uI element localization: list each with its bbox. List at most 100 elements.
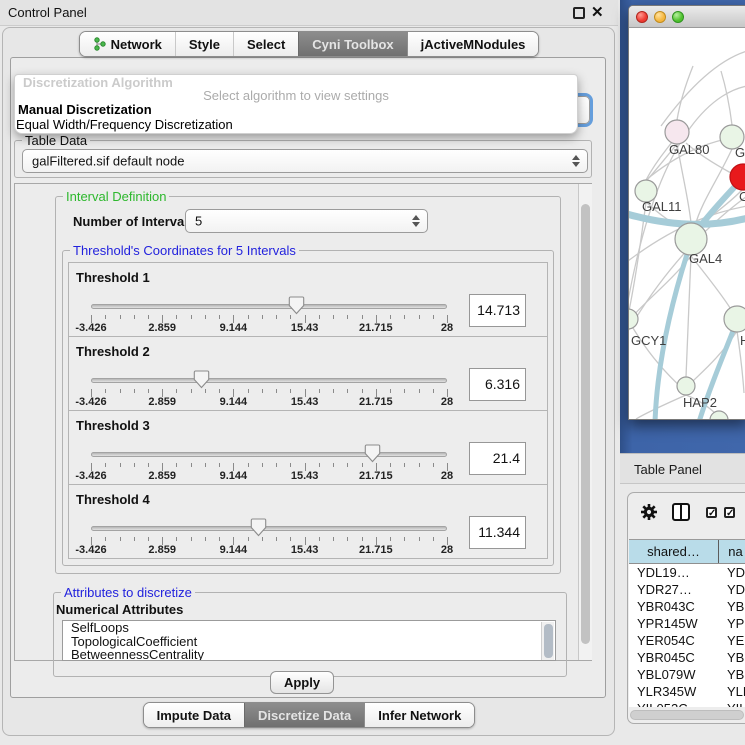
slider-tick xyxy=(176,315,177,319)
slider-tick xyxy=(276,315,277,319)
table-cell[interactable]: YBR0 xyxy=(719,598,745,615)
network-edge[interactable] xyxy=(686,256,691,377)
table-row[interactable]: YIL052CYIL0 xyxy=(629,700,745,707)
table-cell[interactable]: YDR27… xyxy=(629,581,719,598)
threshold-panel: Threshold 1-3.4262.8599.14415.4321.71528… xyxy=(68,262,548,337)
table-cell[interactable]: YDL1 xyxy=(719,564,745,581)
table-cell[interactable]: YDR2 xyxy=(719,581,745,598)
checkbox-icon[interactable]: ✓ xyxy=(706,507,717,518)
slider-tick xyxy=(347,389,348,393)
slider-scale-label: 21.715 xyxy=(359,470,393,482)
network-edge[interactable] xyxy=(721,71,732,125)
network-node[interactable] xyxy=(677,377,695,395)
checkbox-icon[interactable]: ✓ xyxy=(724,507,735,518)
close-traffic-light-icon[interactable] xyxy=(636,11,648,23)
node-table[interactable]: shared… na YDL19…YDL1YDR27…YDR2YBR043CYB… xyxy=(629,539,745,707)
tab-discretize-data[interactable]: Discretize Data xyxy=(244,703,364,727)
table-row[interactable]: YPR145WYPR1 xyxy=(629,615,745,632)
horizontal-scrollbar-thumb[interactable] xyxy=(630,710,744,720)
apply-button[interactable]: Apply xyxy=(270,671,334,694)
threshold-value-field[interactable]: 21.4 xyxy=(469,442,526,475)
gear-icon[interactable] xyxy=(639,502,659,522)
column-header-name[interactable]: na xyxy=(719,540,745,563)
table-cell[interactable]: YLR345W xyxy=(629,683,719,700)
table-row[interactable]: YBR043CYBR0 xyxy=(629,598,745,615)
slider-track[interactable] xyxy=(91,452,447,457)
minimize-traffic-light-icon[interactable] xyxy=(654,11,666,23)
table-cell[interactable]: YLR3 xyxy=(719,683,745,700)
attribute-list-item[interactable]: BetweennessCentrality xyxy=(63,648,555,661)
table-cell[interactable]: YDL19… xyxy=(629,564,719,581)
tab-jactivemnodules[interactable]: jActiveMNodules xyxy=(407,32,539,56)
slider-track[interactable] xyxy=(91,526,447,531)
horizontal-scrollbar[interactable] xyxy=(630,709,745,721)
number-of-intervals-combobox[interactable]: 5 xyxy=(185,209,428,233)
table-cell[interactable]: YBL0 xyxy=(719,666,745,683)
zoom-traffic-light-icon[interactable] xyxy=(672,11,684,23)
slider-handle[interactable] xyxy=(250,518,267,537)
threshold-value-field[interactable]: 6.316 xyxy=(469,368,526,401)
network-canvas[interactable]: GAL80GACGAL11GAL4GCY1HHAP2 xyxy=(629,28,745,420)
table-data-combobox[interactable]: galFiltered.sif default node xyxy=(22,149,588,173)
slider-handle[interactable] xyxy=(288,296,305,315)
menu-item-manual-discretization[interactable]: Manual Discretization xyxy=(18,102,152,117)
network-node[interactable] xyxy=(724,306,745,332)
tab-network[interactable]: Network xyxy=(80,32,175,56)
network-edge[interactable] xyxy=(636,395,686,419)
slider-tick xyxy=(262,389,263,393)
column-header-shared-name[interactable]: shared… xyxy=(629,540,719,563)
table-cell[interactable]: YER0 xyxy=(719,632,745,649)
table-cell[interactable]: YBR043C xyxy=(629,598,719,615)
split-pane-icon[interactable] xyxy=(672,503,690,521)
slider-handle[interactable] xyxy=(364,444,381,463)
network-edge[interactable] xyxy=(661,51,745,126)
tab-cyni-toolbox[interactable]: Cyni Toolbox xyxy=(298,32,406,56)
threshold-panel: Threshold 2-3.4262.8599.14415.4321.71528… xyxy=(68,336,548,411)
network-window-titlebar[interactable] xyxy=(629,6,745,28)
table-cell[interactable]: YER054C xyxy=(629,632,719,649)
table-cell[interactable]: YBR0 xyxy=(719,649,745,666)
table-cell[interactable]: YBL079W xyxy=(629,666,719,683)
attributes-scrollbar-thumb[interactable] xyxy=(544,624,553,658)
slider-handle[interactable] xyxy=(193,370,210,389)
float-window-icon[interactable] xyxy=(573,7,585,19)
table-row[interactable]: YBR045CYBR0 xyxy=(629,649,745,666)
tab-style-label: Style xyxy=(189,37,220,52)
table-cell[interactable]: YIL052C xyxy=(629,700,719,707)
network-node[interactable] xyxy=(710,411,728,420)
threshold-value-field[interactable]: 14.713 xyxy=(469,294,526,327)
slider-tick xyxy=(120,389,121,393)
slider-tick xyxy=(319,463,320,467)
slider-tick xyxy=(219,537,220,541)
attributes-scrollbar[interactable] xyxy=(541,622,554,661)
network-window[interactable]: GAL80GACGAL11GAL4GCY1HHAP2 xyxy=(628,5,745,420)
vertical-scrollbar[interactable] xyxy=(578,184,592,660)
table-row[interactable]: YLR345WYLR3 xyxy=(629,683,745,700)
table-cell[interactable]: YIL0 xyxy=(719,700,745,707)
network-node[interactable] xyxy=(665,120,689,144)
table-row[interactable]: YBL079WYBL0 xyxy=(629,666,745,683)
table-panel-toolbar: ✓ ✓ xyxy=(628,499,745,527)
numerical-attributes-list[interactable]: SelfLoopsTopologicalCoefficientBetweenne… xyxy=(62,620,556,661)
table-cell[interactable]: YBR045C xyxy=(629,649,719,666)
network-edge[interactable] xyxy=(677,66,693,120)
tab-style[interactable]: Style xyxy=(175,32,233,56)
tab-select[interactable]: Select xyxy=(233,32,298,56)
attribute-list-item[interactable]: TopologicalCoefficient xyxy=(63,635,555,649)
tab-impute-data[interactable]: Impute Data xyxy=(144,703,244,727)
attribute-list-item[interactable]: SelfLoops xyxy=(63,621,555,635)
slider-track[interactable] xyxy=(91,304,447,309)
table-row[interactable]: YER054CYER0 xyxy=(629,632,745,649)
slider-tick xyxy=(290,463,291,467)
slider-tick xyxy=(148,463,149,467)
menu-item-equal-width-frequency[interactable]: Equal Width/Frequency Discretization xyxy=(16,117,233,132)
close-window-icon[interactable]: ✕ xyxy=(591,3,604,21)
tab-infer-network[interactable]: Infer Network xyxy=(364,703,474,727)
vertical-scrollbar-thumb[interactable] xyxy=(581,204,590,644)
table-row[interactable]: YDR27…YDR2 xyxy=(629,581,745,598)
threshold-value-field[interactable]: 11.344 xyxy=(469,516,526,549)
table-cell[interactable]: YPR145W xyxy=(629,615,719,632)
slider-track[interactable] xyxy=(91,378,447,383)
table-row[interactable]: YDL19…YDL1 xyxy=(629,564,745,581)
table-cell[interactable]: YPR1 xyxy=(719,615,745,632)
